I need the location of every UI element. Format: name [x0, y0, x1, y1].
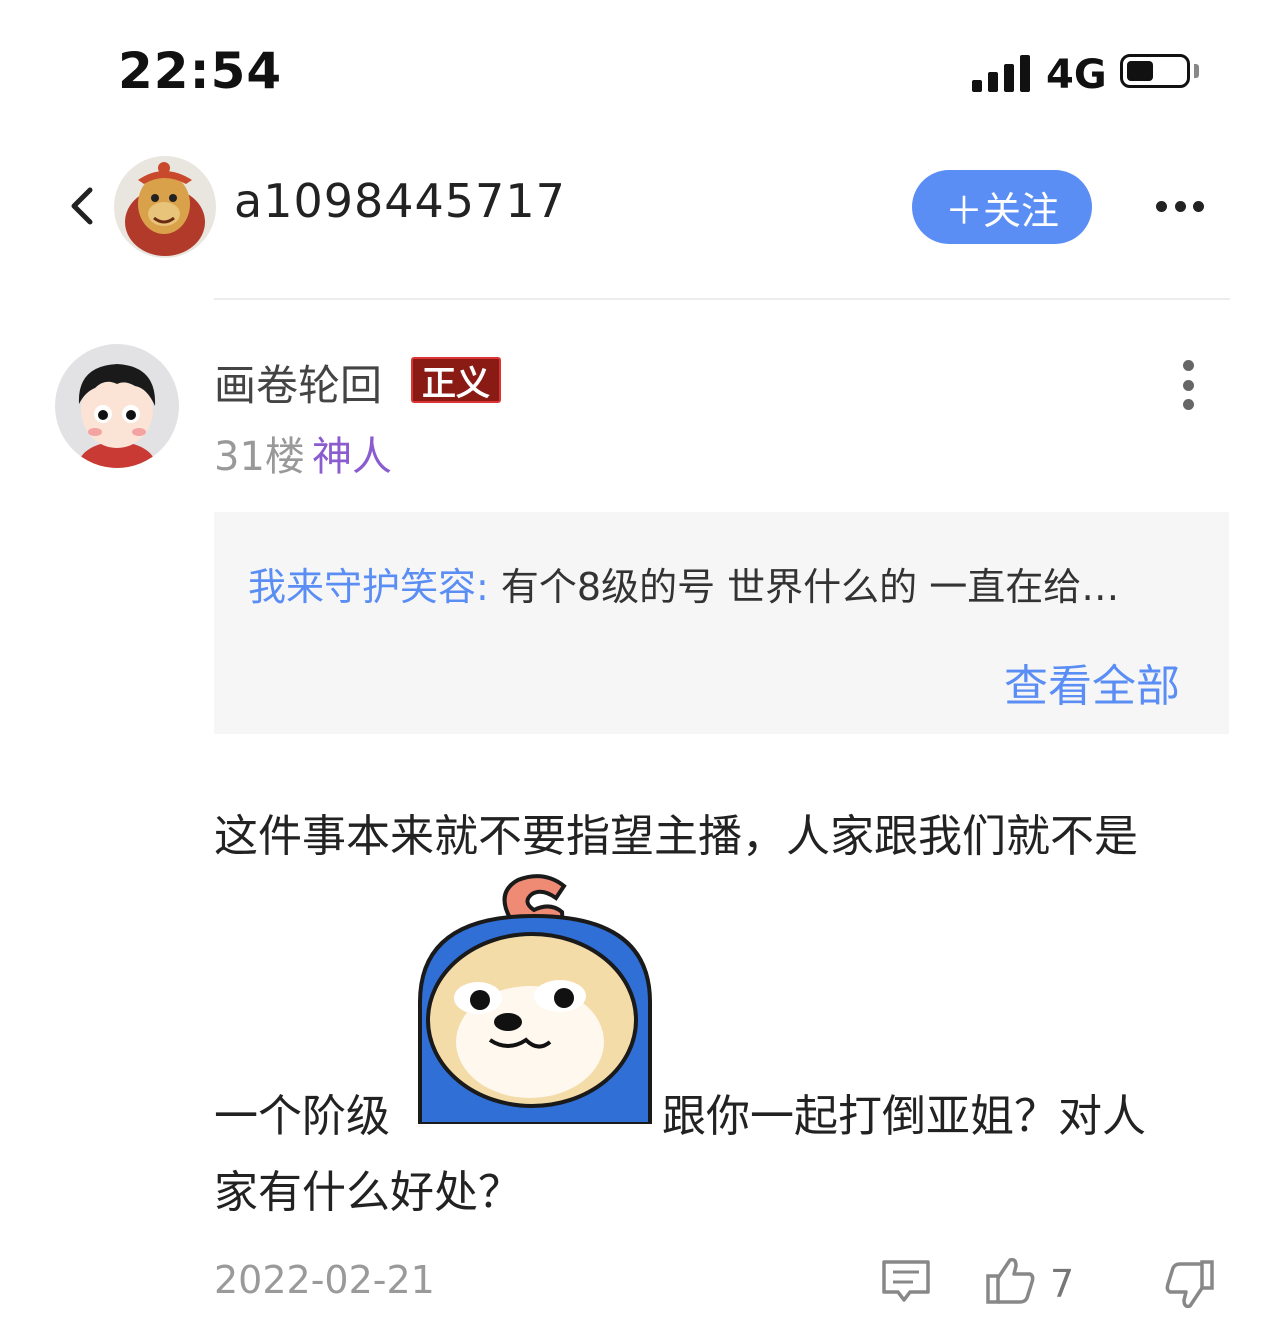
- floor-number: 31楼: [214, 434, 305, 480]
- comment-icon[interactable]: [880, 1256, 932, 1308]
- header-username[interactable]: a1098445717: [234, 174, 566, 228]
- sticker-image[interactable]: [414, 872, 654, 1126]
- status-time: 22:54: [118, 42, 283, 100]
- post-author-avatar[interactable]: [55, 344, 179, 468]
- user-title: 神人: [312, 434, 392, 480]
- quote-author[interactable]: 我来守护笑容:: [248, 565, 489, 609]
- view-all-link[interactable]: 查看全部: [1004, 650, 1180, 714]
- justice-badge: 正义: [411, 357, 501, 404]
- post-date: 2022-02-21: [214, 1258, 435, 1302]
- like-count: 7: [1050, 1262, 1075, 1306]
- back-chevron-icon[interactable]: [62, 184, 106, 228]
- more-vertical-icon[interactable]: [1178, 360, 1198, 410]
- quote-text: 有个8级的号 世界什么的 一直在给…: [488, 565, 1120, 609]
- content-line-3: 家有什么好处？: [214, 1167, 522, 1218]
- more-horizontal-icon[interactable]: [1156, 192, 1204, 220]
- content-line-1: 这件事本来就不要指望主播，人家跟我们就不是: [214, 811, 1138, 862]
- follow-button[interactable]: ＋关注: [912, 170, 1092, 244]
- thumbs-down-icon[interactable]: [1162, 1258, 1216, 1312]
- header-avatar[interactable]: [114, 156, 216, 258]
- quote-line: 我来守护笑容: 有个8级的号 世界什么的 一直在给…: [248, 556, 1204, 611]
- battery-tip: [1194, 64, 1199, 78]
- thumbs-up-icon[interactable]: [984, 1254, 1038, 1308]
- signal-icon: [972, 54, 1032, 92]
- battery-icon: [1120, 54, 1190, 88]
- network-label: 4G: [1046, 52, 1107, 98]
- content-line-2a: 一个阶级: [214, 1091, 390, 1142]
- post-author-name[interactable]: 画卷轮回: [214, 352, 382, 413]
- header-divider: [214, 298, 1230, 300]
- content-line-2b: 跟你一起打倒亚姐？对人: [662, 1091, 1146, 1142]
